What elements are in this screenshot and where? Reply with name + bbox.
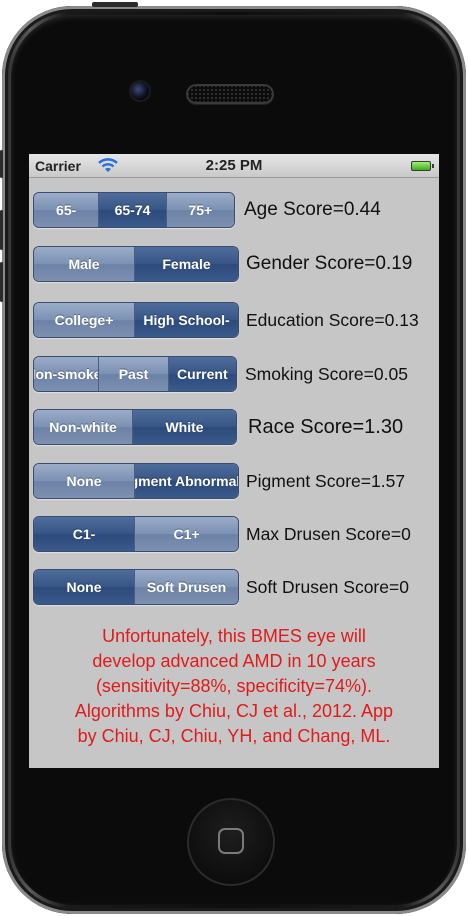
score-label: Max Drusen Score=0 <box>246 523 411 544</box>
score-row: 65- 65-74 75+ Age Score=0.44 <box>29 192 439 230</box>
segment-option[interactable]: Current <box>168 357 236 391</box>
battery-icon <box>411 161 434 171</box>
segmented-control: Non-white White <box>33 409 237 445</box>
score-label: Smoking Score=0.05 <box>245 363 408 384</box>
segmented-control: College+ High School- <box>33 302 239 338</box>
segment-option[interactable]: C1+ <box>135 517 238 551</box>
segment-option[interactable]: High School- <box>135 303 238 337</box>
segmented-control: NonePigment Abnormality <box>33 463 239 499</box>
score-row: Non-white White Race Score=1.30 <box>29 409 439 447</box>
segment-option[interactable]: None <box>34 570 136 604</box>
segmented-control: None Soft Drusen <box>33 569 239 605</box>
score-label: Age Score=0.44 <box>244 199 381 220</box>
segment-option[interactable]: 65- <box>34 193 100 227</box>
power-button <box>92 2 138 7</box>
prediction-message: Unfortunately, this BMES eye will develop… <box>29 624 439 749</box>
segment-option[interactable]: 65-74 <box>99 193 167 227</box>
status-bar: Carrier 2:25 PM <box>29 154 439 178</box>
home-square-icon <box>218 828 244 854</box>
segment-option[interactable]: Female <box>135 247 238 281</box>
score-row: Male Female Gender Score=0.19 <box>29 246 439 284</box>
volume-down-button <box>0 262 3 302</box>
message-line: Unfortunately, this BMES eye will <box>102 626 366 646</box>
segment-option[interactable]: None <box>34 464 136 498</box>
camera-icon <box>131 82 149 100</box>
score-row: Non-smokerPastCurrent Smoking Score=0.05 <box>29 356 439 394</box>
segmented-control: Male Female <box>33 246 239 282</box>
app-screen: Carrier 2:25 PM 65- 65-74 75+ Age Score=0.4… <box>29 154 439 768</box>
segmented-control: 65- 65-74 75+ <box>33 192 235 228</box>
message-line: develop advanced AMD in 10 years <box>92 651 376 671</box>
message-line: (sensitivity=88%, specificity=74%). <box>95 676 373 696</box>
message-line: by Chiu, CJ, Chiu, YH, and Chang, ML. <box>77 726 391 746</box>
score-row: C1- C1+ Max Drusen Score=0 <box>29 516 439 554</box>
score-label: Gender Score=0.19 <box>246 253 413 274</box>
segmented-control: C1- C1+ <box>33 516 239 552</box>
status-time: 2:25 PM <box>205 157 263 174</box>
segment-option[interactable]: College+ <box>34 303 136 337</box>
score-row: NonePigment Abnormality Pigment Score=1.5… <box>29 463 439 501</box>
side-button <box>0 150 3 178</box>
message-line: Algorithms by Chiu, CJ et al., 2012. App <box>74 701 394 721</box>
segment-option[interactable]: Past <box>99 357 169 391</box>
segment-option[interactable]: Male <box>34 247 136 281</box>
segment-option[interactable]: Non-white <box>34 410 134 444</box>
segment-option[interactable]: Soft Drusen <box>135 570 238 604</box>
segment-option[interactable]: C1- <box>34 517 136 551</box>
score-row: None Soft Drusen Soft Drusen Score=0 <box>29 569 439 607</box>
score-row: College+ High School- Education Score=0.13 <box>29 302 439 340</box>
segment-option[interactable]: White <box>133 410 236 444</box>
score-label: Race Score=1.30 <box>248 415 404 438</box>
segment-option[interactable]: Non-smoker <box>34 357 100 391</box>
segment-option[interactable]: Pigment Abnormality <box>135 464 238 498</box>
segmented-control: Non-smokerPastCurrent <box>33 356 237 392</box>
volume-up-button <box>0 210 3 250</box>
segment-option[interactable]: 75+ <box>166 193 234 227</box>
score-label: Soft Drusen Score=0 <box>246 576 409 597</box>
speaker-grille <box>186 84 274 104</box>
score-label: Pigment Score=1.57 <box>246 470 406 491</box>
score-label: Education Score=0.13 <box>246 309 419 330</box>
